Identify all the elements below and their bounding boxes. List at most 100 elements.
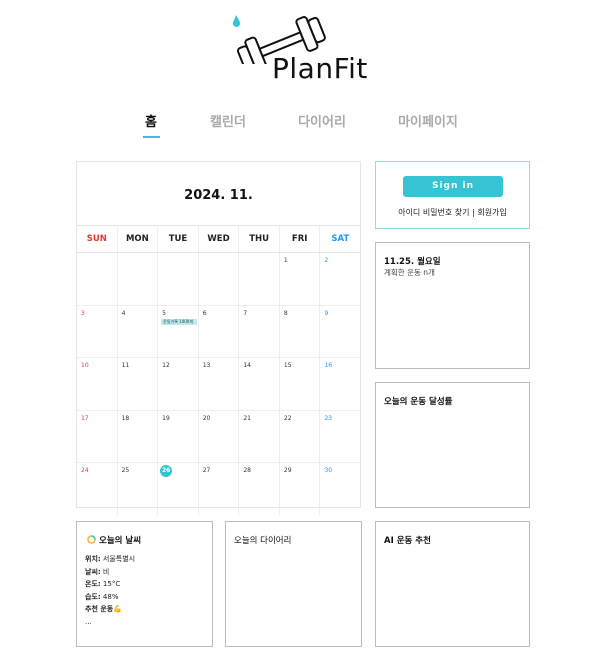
weather-condition: 날씨: 비: [85, 567, 110, 576]
calendar-empty-cell: [118, 253, 159, 305]
calendar-empty-cell: [77, 253, 118, 305]
signin-panel: Sign in 아이디 비밀번호 찾기 | 회원가입: [375, 161, 530, 229]
register-link[interactable]: 회원가입: [477, 208, 506, 217]
nav-calendar[interactable]: 캘린더: [210, 111, 246, 130]
calendar-day-cell[interactable]: 7: [239, 305, 280, 357]
weekday-label: THU: [239, 226, 280, 252]
day-number: 5: [162, 309, 166, 317]
find-account-link[interactable]: 아이디 비밀번호 찾기: [398, 208, 469, 217]
main-nav: 홈 캘린더 다이어리 마이페이지: [0, 111, 600, 141]
day-number: 13: [202, 362, 211, 369]
calendar-week-row: 3 4 5 운동기록 1000개 6 7 8 9: [77, 305, 360, 358]
calendar-week-row: 24 25 26 27 28 29 30: [77, 463, 360, 515]
plan-summary: 계획한 운동 n개: [384, 268, 435, 277]
planfit-logo[interactable]: PlanFit: [232, 14, 382, 86]
calendar-body: 1 2 3 4 5 운동기록 1000개 6 7 8 9 10 11 12 13 14 15 16 17 18 19 2…: [77, 253, 360, 515]
weather-details: 위치: 서울특별시 날씨: 비 온도: 15°C 습도: 48% 추천 운동💪 …: [85, 553, 135, 628]
calendar-day-cell[interactable]: 14: [239, 358, 280, 410]
calendar-day-cell[interactable]: 16: [320, 358, 360, 410]
calendar-event[interactable]: 운동기록 1000개: [161, 318, 198, 325]
signin-button[interactable]: Sign in: [403, 176, 503, 197]
calendar-day-cell[interactable]: 5 운동기록 1000개: [158, 305, 199, 357]
calendar-day-cell[interactable]: 12: [158, 358, 199, 410]
calendar-day-cell[interactable]: 20: [199, 410, 240, 462]
calendar-day-cell[interactable]: 9: [320, 306, 360, 358]
achievement-panel: 오늘의 운동 달성률: [375, 382, 530, 508]
day-number: 11: [121, 362, 130, 369]
brand-name: PlanFit: [272, 52, 368, 85]
calendar-day-cell[interactable]: 3: [77, 305, 118, 357]
calendar-day-cell[interactable]: 27: [199, 463, 240, 515]
calendar-day-cell[interactable]: 11: [118, 358, 159, 410]
water-drop-icon: [233, 15, 240, 27]
calendar-grid: SUN MON TUE WED THU FRI SAT 1 2 3 4 5 운동기록 10…: [77, 225, 360, 515]
active-tab-indicator: [143, 136, 160, 138]
calendar-day-cell[interactable]: 25: [118, 463, 159, 515]
day-number: 21: [243, 414, 251, 422]
today-day-number: 26: [160, 465, 173, 477]
calendar-week-row: 12: [77, 253, 360, 306]
weekday-label: TUE: [158, 226, 199, 252]
day-number: 15: [283, 362, 292, 369]
day-number: 29: [283, 467, 292, 474]
nav-diary[interactable]: 다이어리: [298, 111, 346, 130]
daily-plan-panel: 11.25. 월요일 계획한 운동 n개: [375, 242, 530, 369]
weekday-label: WED: [199, 226, 240, 252]
nav-mypage[interactable]: 마이페이지: [398, 111, 458, 130]
link-separator: |: [472, 208, 475, 217]
calendar-day-cell[interactable]: 30: [320, 463, 360, 515]
weather-panel: 오늘의 날씨 위치: 서울특별시 날씨: 비 온도: 15°C 습도: 48% …: [76, 521, 213, 647]
calendar-day-cell[interactable]: 17: [77, 410, 118, 462]
calendar-day-cell[interactable]: 13: [199, 358, 240, 410]
calendar-day-cell[interactable]: 8: [280, 305, 321, 357]
diary-title: 오늘의 다이어리: [234, 536, 292, 546]
calendar-day-cell[interactable]: 28: [239, 463, 280, 515]
calendar-weekday-header: SUN MON TUE WED THU FRI SAT: [77, 225, 360, 253]
calendar-day-cell[interactable]: 22: [280, 410, 321, 462]
calendar-day-cell[interactable]: 4: [118, 305, 159, 357]
calendar-empty-cell: [199, 253, 240, 305]
nav-home[interactable]: 홈: [145, 111, 157, 130]
calendar-day-cell[interactable]: 19: [158, 410, 199, 462]
day-number: 10: [81, 362, 89, 369]
calendar-day-cell[interactable]: 18: [118, 410, 159, 462]
calendar-day-cell[interactable]: 10: [77, 358, 118, 410]
ai-recommend-title: AI 운동 추천: [384, 536, 431, 546]
recommended-exercise: 추천 운동💪: [85, 605, 122, 613]
calendar: 2024. 11. SUN MON TUE WED THU FRI SAT 12…: [76, 161, 361, 515]
calendar-day-cell[interactable]: 24: [77, 463, 118, 515]
day-number: 27: [202, 467, 211, 474]
calendar-day-cell[interactable]: 23: [320, 411, 360, 463]
day-number: 23: [324, 414, 333, 422]
calendar-day-cell[interactable]: 6: [199, 305, 240, 357]
day-number: 4: [121, 309, 126, 317]
day-number: 8: [283, 309, 288, 317]
weekday-label: SUN: [77, 226, 118, 252]
day-number: 20: [202, 414, 211, 422]
weather-temperature: 온도: 15°C: [85, 580, 121, 588]
day-number: 30: [324, 467, 333, 474]
day-number: 2: [324, 257, 329, 264]
calendar-empty-cell: [239, 253, 280, 305]
day-number: 22: [283, 414, 292, 422]
weekday-label: SAT: [331, 234, 350, 244]
day-number: 17: [81, 414, 89, 422]
calendar-day-cell[interactable]: 21: [239, 410, 280, 462]
weekday-label: FRI: [280, 226, 321, 252]
calendar-day-cell[interactable]: 2: [320, 253, 360, 305]
calendar-day-cell[interactable]: 26: [158, 463, 199, 515]
calendar-day-cell[interactable]: 15: [280, 358, 321, 410]
calendar-day-cell[interactable]: 29: [280, 463, 321, 515]
day-number: 25: [121, 467, 130, 474]
day-number: 1: [283, 257, 288, 264]
day-number: 28: [243, 467, 251, 474]
calendar-day-cell[interactable]: 1: [280, 253, 321, 305]
day-number: 18: [121, 414, 130, 422]
more-indicator: ...: [85, 617, 92, 626]
day-number: 24: [81, 467, 89, 474]
weather-title-row: 오늘의 날씨: [87, 534, 141, 546]
diary-panel: 오늘의 다이어리: [225, 521, 362, 647]
weather-location: 위치: 서울특별시: [85, 555, 136, 563]
calendar-week-row: 10 11 12 13 14 15 16: [77, 358, 360, 411]
day-number: 19: [162, 414, 170, 422]
